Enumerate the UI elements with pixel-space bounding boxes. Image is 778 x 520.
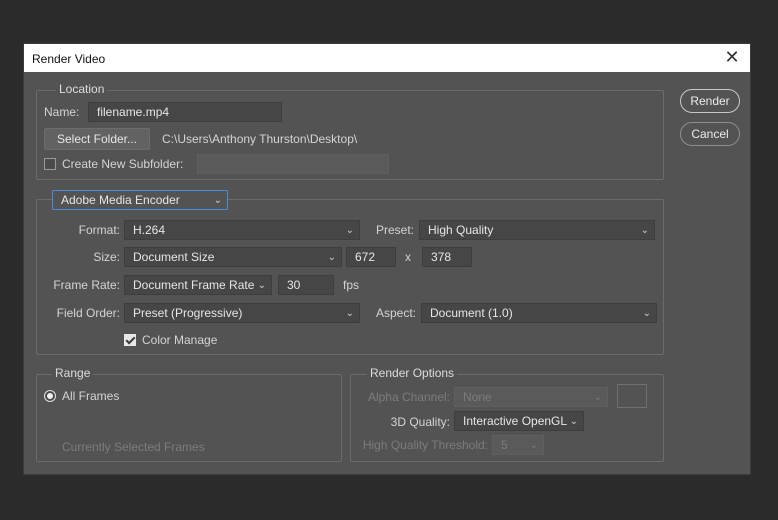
- chevron-down-icon: ⌄: [257, 280, 266, 291]
- cancel-button[interactable]: Cancel: [680, 122, 740, 146]
- encoder-select[interactable]: Adobe Media Encoder ⌄: [52, 190, 228, 210]
- filename-input[interactable]: filename.mp4: [88, 102, 282, 122]
- alpha-channel-select-value: None: [463, 390, 492, 404]
- subfolder-input[interactable]: [197, 154, 389, 174]
- chevron-down-icon: ⌄: [642, 308, 651, 319]
- folder-path: C:\Users\Anthony Thurston\Desktop\: [162, 132, 358, 146]
- 3d-quality-label: 3D Quality:: [390, 415, 450, 429]
- fps-input[interactable]: 30: [278, 275, 334, 295]
- field-order-select[interactable]: Preset (Progressive) ⌄: [124, 303, 360, 323]
- format-select-value: H.264: [133, 223, 166, 237]
- chevron-down-icon: ⌄: [529, 440, 538, 451]
- size-select-value: Document Size: [133, 250, 215, 264]
- size-separator: x: [405, 250, 411, 264]
- format-select[interactable]: H.264 ⌄: [124, 220, 360, 240]
- chevron-down-icon: ⌄: [213, 195, 222, 206]
- size-label: Size:: [93, 250, 120, 264]
- chevron-down-icon: ⌄: [327, 252, 336, 263]
- field-order-select-value: Preset (Progressive): [133, 306, 243, 320]
- title-bar: Render Video ✕: [24, 44, 750, 72]
- create-subfolder-label: Create New Subfolder:: [62, 157, 184, 171]
- chevron-down-icon: ⌄: [569, 416, 578, 427]
- chevron-down-icon: ⌄: [640, 225, 649, 236]
- alpha-channel-select[interactable]: None ⌄: [454, 387, 608, 407]
- frame-rate-select-value: Document Frame Rate: [133, 278, 255, 292]
- preset-select[interactable]: High Quality ⌄: [419, 220, 655, 240]
- all-frames-radio[interactable]: [44, 390, 56, 402]
- location-group-label: Location: [56, 82, 108, 96]
- chevron-down-icon: ⌄: [345, 308, 354, 319]
- size-select[interactable]: Document Size ⌄: [124, 247, 342, 267]
- aspect-select[interactable]: Document (1.0) ⌄: [421, 303, 657, 323]
- close-icon[interactable]: ✕: [722, 47, 742, 67]
- name-label: Name:: [44, 105, 80, 119]
- select-folder-button[interactable]: Select Folder...: [44, 128, 150, 150]
- hq-threshold-label: High Quality Threshold:: [362, 438, 488, 452]
- aspect-label: Aspect:: [376, 306, 417, 320]
- height-input[interactable]: 378: [422, 247, 472, 267]
- color-manage-checkbox[interactable]: [124, 334, 136, 346]
- color-swatch[interactable]: [617, 384, 647, 408]
- chevron-down-icon: ⌄: [345, 225, 354, 236]
- range-group-label: Range: [52, 366, 94, 380]
- preset-label: Preset:: [376, 223, 415, 237]
- render-button[interactable]: Render: [680, 89, 740, 113]
- aspect-select-value: Document (1.0): [430, 306, 513, 320]
- frame-rate-select[interactable]: Document Frame Rate ⌄: [124, 275, 272, 295]
- render-video-dialog: Render Video ✕ Render Cancel Location Na…: [23, 43, 751, 475]
- 3d-quality-select-value: Interactive OpenGL: [463, 414, 568, 428]
- current-frames-label: Currently Selected Frames: [62, 440, 205, 454]
- preset-select-value: High Quality: [428, 223, 494, 237]
- hq-threshold-select[interactable]: 5 ⌄: [492, 435, 544, 455]
- encoder-select-value: Adobe Media Encoder: [61, 193, 180, 207]
- color-manage-label: Color Manage: [142, 333, 218, 347]
- width-input[interactable]: 672: [346, 247, 396, 267]
- alpha-channel-label: Alpha Channel:: [367, 390, 450, 404]
- fps-unit: fps: [343, 278, 360, 292]
- render-options-group-label: Render Options: [367, 366, 458, 380]
- format-label: Format:: [78, 223, 120, 237]
- field-order-label: Field Order:: [56, 306, 120, 320]
- dialog-title: Render Video: [32, 52, 106, 66]
- chevron-down-icon: ⌄: [593, 392, 602, 403]
- frame-rate-label: Frame Rate:: [53, 278, 120, 292]
- all-frames-label: All Frames: [62, 389, 120, 403]
- create-subfolder-checkbox[interactable]: [44, 158, 56, 170]
- hq-threshold-select-value: 5: [501, 438, 508, 452]
- 3d-quality-select[interactable]: Interactive OpenGL ⌄: [454, 411, 584, 431]
